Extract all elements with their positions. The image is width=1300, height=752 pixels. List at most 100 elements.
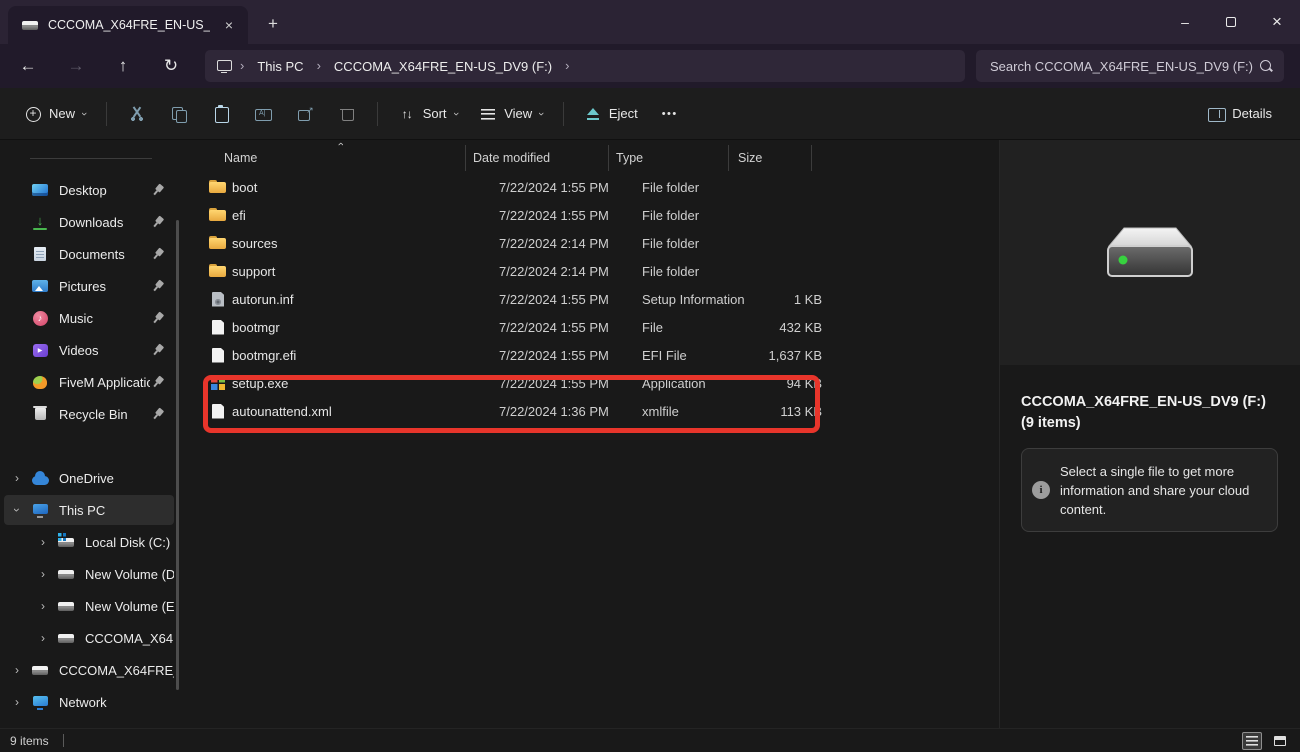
sidebar-item-recycle-bin[interactable]: Recycle Bin <box>4 399 174 429</box>
sidebar-item-fivem[interactable]: FiveM Application I <box>4 367 174 397</box>
rename-button[interactable] <box>243 96 283 132</box>
new-button[interactable]: New › <box>14 96 96 132</box>
sidebar-item-new-volume-e[interactable]: › New Volume (E:) <box>30 591 174 621</box>
sidebar-scrollbar[interactable] <box>176 220 179 690</box>
chevron-right-icon[interactable]: › <box>30 631 56 645</box>
table-row[interactable]: autorun.inf 7/22/2024 1:55 PM Setup Info… <box>181 285 999 313</box>
file-date: 7/22/2024 1:55 PM <box>492 320 635 335</box>
details-view-icon <box>1246 736 1258 746</box>
details-info-box: i Select a single file to get more infor… <box>1021 448 1278 532</box>
sidebar-item-desktop[interactable]: Desktop <box>4 175 174 205</box>
refresh-button[interactable]: ↻ <box>154 50 188 82</box>
file-date: 7/22/2024 1:55 PM <box>492 376 635 391</box>
breadcrumb-item-this-pc[interactable]: This PC <box>251 59 309 74</box>
drive-icon <box>56 565 76 583</box>
sidebar-item-this-pc[interactable]: › This PC <box>4 495 174 525</box>
file-date: 7/22/2024 2:14 PM <box>492 264 635 279</box>
paste-button[interactable] <box>201 96 241 132</box>
file-size: 432 KB <box>755 320 839 335</box>
new-tab-button[interactable]: + <box>258 10 288 38</box>
file-name: bootmgr.efi <box>230 348 492 363</box>
file-name: boot <box>230 180 492 195</box>
table-row[interactable]: bootmgr 7/22/2024 1:55 PM File 432 KB <box>181 313 999 341</box>
search-box[interactable] <box>976 50 1284 82</box>
search-icon[interactable] <box>1258 58 1274 74</box>
column-header-type[interactable]: Type <box>608 145 728 171</box>
file-type: Application <box>635 376 755 391</box>
delete-button[interactable] <box>327 96 367 132</box>
share-button[interactable] <box>285 96 325 132</box>
file-type: EFI File <box>635 348 755 363</box>
explorer-tab[interactable]: CCCOMA_X64FRE_EN-US_DV9 × <box>8 6 248 44</box>
sidebar-item-label: Local Disk (C:) <box>76 535 174 550</box>
file-icon <box>208 346 228 364</box>
sort-icon: ↑↓ <box>398 105 416 123</box>
chevron-right-icon[interactable]: › <box>4 663 30 677</box>
sidebar-item-onedrive[interactable]: › OneDrive <box>4 463 174 493</box>
column-header-date-modified[interactable]: Date modified <box>465 145 608 171</box>
statusbar-divider <box>63 734 64 747</box>
table-row[interactable]: sources 7/22/2024 2:14 PM File folder <box>181 229 999 257</box>
cut-icon <box>128 105 146 123</box>
sidebar-item-network[interactable]: › Network <box>4 687 174 717</box>
sidebar-item-label: This PC <box>50 503 174 518</box>
pictures-icon <box>30 277 50 295</box>
chevron-right-icon[interactable]: › <box>4 471 30 485</box>
file-explorer-window: CCCOMA_X64FRE_EN-US_DV9 × + – × ← → ↑ ↻ … <box>0 0 1300 752</box>
view-button[interactable]: View › <box>469 96 553 132</box>
file-type: File folder <box>635 180 755 195</box>
sidebar-item-documents[interactable]: Documents <box>4 239 174 269</box>
column-header-size[interactable]: Size <box>728 145 812 171</box>
breadcrumb-item-drive[interactable]: CCCOMA_X64FRE_EN-US_DV9 (F:) <box>328 59 558 74</box>
file-date: 7/22/2024 1:36 PM <box>492 404 635 419</box>
sidebar-item-cccoma-root[interactable]: › CCCOMA_X64FRE_EN- <box>4 655 174 685</box>
breadcrumb-separator: › <box>237 58 247 73</box>
sidebar-item-new-volume-d[interactable]: › New Volume (D:) <box>30 559 174 589</box>
more-options-button[interactable]: ••• <box>650 96 690 132</box>
toolbar-divider <box>377 102 378 126</box>
column-header-name[interactable]: Name › <box>181 145 465 171</box>
copy-button[interactable] <box>159 96 199 132</box>
table-row[interactable]: support 7/22/2024 2:14 PM File folder <box>181 257 999 285</box>
sidebar-item-pictures[interactable]: Pictures <box>4 271 174 301</box>
file-type: xmlfile <box>635 404 755 419</box>
chevron-right-icon[interactable]: › <box>30 599 56 613</box>
sort-button[interactable]: ↑↓ Sort › <box>388 96 468 132</box>
command-bar: New › ↑↓ Sort › View › Eject ••• Deta <box>0 88 1300 140</box>
address-bar[interactable]: › This PC › CCCOMA_X64FRE_EN-US_DV9 (F:)… <box>205 50 965 82</box>
table-row[interactable]: setup.exe 7/22/2024 1:55 PM Application … <box>181 369 999 397</box>
cut-button[interactable] <box>117 96 157 132</box>
sidebar-item-music[interactable]: Music <box>4 303 174 333</box>
sidebar-item-cccoma-drive[interactable]: › CCCOMA_X64FRE_EI <box>30 623 174 653</box>
maximize-button[interactable] <box>1208 0 1254 44</box>
large-icons-view-button[interactable] <box>1270 732 1290 750</box>
chevron-right-icon[interactable]: › <box>30 535 56 549</box>
chevron-right-icon[interactable]: › <box>30 567 56 581</box>
details-view-button[interactable] <box>1242 732 1262 750</box>
eject-button[interactable]: Eject <box>574 96 648 132</box>
search-input[interactable] <box>990 59 1258 74</box>
items-count: 9 items <box>10 734 49 748</box>
sidebar-item-label: Pictures <box>50 279 150 294</box>
close-button[interactable]: × <box>1254 0 1300 44</box>
table-row[interactable]: efi 7/22/2024 1:55 PM File folder <box>181 201 999 229</box>
sidebar-item-videos[interactable]: Videos <box>4 335 174 365</box>
toolbar-divider <box>563 102 564 126</box>
table-row[interactable]: boot 7/22/2024 1:55 PM File folder <box>181 173 999 201</box>
chevron-down-icon[interactable]: › <box>4 503 30 517</box>
table-row[interactable]: bootmgr.efi 7/22/2024 1:55 PM EFI File 1… <box>181 341 999 369</box>
chevron-right-icon[interactable]: › <box>4 695 30 709</box>
forward-button[interactable]: → <box>59 50 93 82</box>
sidebar-item-downloads[interactable]: Downloads <box>4 207 174 237</box>
file-size: 1 KB <box>755 292 839 307</box>
details-pane-button[interactable]: Details <box>1197 96 1282 132</box>
up-button[interactable]: ↑ <box>106 50 140 82</box>
table-row[interactable]: autounattend.xml 7/22/2024 1:36 PM xmlfi… <box>181 397 999 425</box>
sidebar-item-label: Downloads <box>50 215 150 230</box>
sidebar-item-local-disk-c[interactable]: › Local Disk (C:) <box>30 527 174 557</box>
tab-close-icon[interactable]: × <box>218 14 240 36</box>
back-button[interactable]: ← <box>11 50 45 82</box>
minimize-button[interactable]: – <box>1162 0 1208 44</box>
column-headers: Name › Date modified Type Size <box>181 145 999 171</box>
file-date: 7/22/2024 1:55 PM <box>492 292 635 307</box>
